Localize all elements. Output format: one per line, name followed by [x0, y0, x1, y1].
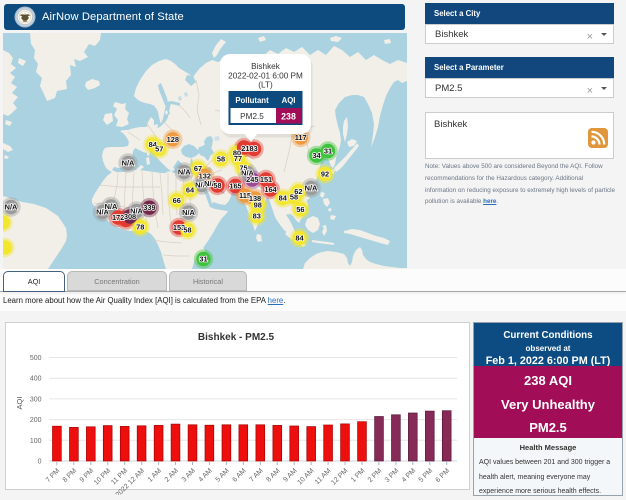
svg-text:128: 128	[167, 135, 179, 144]
svg-text:10 PM: 10 PM	[93, 467, 112, 486]
svg-text:100: 100	[30, 438, 42, 445]
svg-text:Bishkek - PM2.5: Bishkek - PM2.5	[198, 332, 275, 343]
svg-text:300: 300	[30, 396, 42, 403]
svg-text:56: 56	[296, 205, 304, 214]
svg-text:31: 31	[199, 255, 207, 264]
svg-text:7 AM: 7 AM	[248, 467, 264, 483]
svg-text:N/A: N/A	[130, 207, 143, 216]
svg-text:AQI: AQI	[15, 397, 24, 410]
svg-text:4 AM: 4 AM	[198, 467, 214, 483]
svg-text:238: 238	[281, 112, 296, 122]
svg-text:(LT): (LT)	[258, 81, 273, 90]
svg-text:400: 400	[30, 376, 42, 383]
svg-text:2022-02-01 6:00 PM: 2022-02-01 6:00 PM	[228, 72, 303, 81]
svg-text:3 PM: 3 PM	[384, 467, 401, 484]
svg-text:8 PM: 8 PM	[62, 467, 79, 484]
svg-text:N/A: N/A	[305, 184, 318, 193]
svg-text:84: 84	[279, 194, 288, 203]
svg-text:5 AM: 5 AM	[215, 467, 231, 483]
svg-text:N/A: N/A	[122, 159, 135, 168]
svg-text:Bishkek: Bishkek	[251, 62, 281, 71]
svg-text:N/A: N/A	[182, 208, 195, 217]
svg-text:2183: 2183	[241, 144, 257, 153]
svg-text:11 AM: 11 AM	[314, 467, 333, 486]
svg-text:7 PM: 7 PM	[45, 467, 62, 484]
svg-text:10 AM: 10 AM	[297, 467, 316, 486]
svg-text:77: 77	[234, 154, 242, 163]
svg-text:N/A: N/A	[178, 168, 191, 177]
svg-text:172: 172	[112, 213, 124, 222]
svg-text:31: 31	[324, 147, 332, 156]
svg-text:98: 98	[254, 201, 262, 210]
svg-text:200: 200	[30, 417, 42, 424]
svg-text:66: 66	[173, 196, 181, 205]
svg-text:N/A: N/A	[105, 202, 118, 211]
svg-text:92: 92	[321, 170, 329, 179]
svg-text:0: 0	[38, 459, 42, 466]
svg-text:AQI: AQI	[282, 96, 296, 105]
svg-text:3 AM: 3 AM	[181, 467, 197, 483]
svg-text:58: 58	[213, 181, 221, 190]
svg-text:6 PM: 6 PM	[435, 467, 452, 484]
svg-text:339: 339	[143, 203, 155, 212]
svg-text:Pollutant: Pollutant	[235, 96, 269, 105]
svg-text:1 AM: 1 AM	[147, 467, 163, 483]
svg-text:12 PM: 12 PM	[330, 467, 349, 486]
svg-text:58: 58	[183, 226, 191, 235]
svg-text:34: 34	[312, 151, 321, 160]
svg-text:8 AM: 8 AM	[265, 467, 281, 483]
svg-text:4 PM: 4 PM	[401, 467, 418, 484]
svg-text:1 PM: 1 PM	[350, 467, 367, 484]
svg-text:64: 64	[186, 186, 195, 195]
svg-text:62: 62	[294, 187, 302, 196]
svg-text:165: 165	[229, 182, 241, 191]
svg-text:245: 245	[246, 175, 258, 184]
svg-text:500: 500	[30, 355, 42, 362]
svg-text:151: 151	[260, 175, 272, 184]
svg-text:2 PM: 2 PM	[367, 467, 384, 484]
svg-text:PM2.5: PM2.5	[240, 112, 264, 121]
svg-text:78: 78	[136, 223, 144, 232]
svg-text:164: 164	[264, 185, 277, 194]
svg-text:84: 84	[295, 234, 304, 243]
svg-text:2 AM: 2 AM	[164, 467, 180, 483]
svg-text:83: 83	[253, 212, 261, 221]
svg-text:6 AM: 6 AM	[231, 467, 247, 483]
svg-text:5 PM: 5 PM	[418, 467, 435, 484]
svg-text:N/A: N/A	[5, 203, 18, 212]
svg-text:58: 58	[217, 155, 225, 164]
svg-text:57: 57	[155, 145, 163, 154]
